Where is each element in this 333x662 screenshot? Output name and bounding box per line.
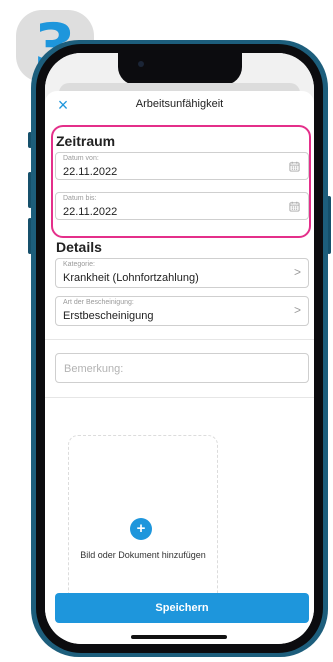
zeitraum-highlight: [51, 125, 311, 238]
close-icon[interactable]: ×: [53, 95, 73, 115]
certificate-type-field[interactable]: Art der Bescheinigung: Erstbescheinigung…: [55, 296, 309, 326]
page-title: Arbeitsunfähigkeit: [135, 98, 224, 110]
chevron-right-icon: >: [293, 265, 301, 279]
nav-bar: × Arbeitsunfähigkeit: [45, 91, 314, 121]
remark-field[interactable]: [55, 353, 309, 383]
modal-sheet: × Arbeitsunfähigkeit Zeitraum Datum von:…: [45, 91, 314, 644]
add-icon[interactable]: +: [130, 518, 152, 540]
divider: [45, 339, 314, 340]
remark-input[interactable]: [62, 360, 302, 378]
category-value: Krankheit (Lohnfortzahlung): [63, 272, 199, 284]
chevron-right-icon: >: [293, 303, 301, 317]
certificate-type-label: Art der Bescheinigung:: [63, 299, 134, 306]
category-label: Kategorie:: [63, 261, 95, 268]
home-indicator: [131, 635, 227, 639]
upload-area[interactable]: + Bild oder Dokument hinzufügen: [68, 435, 218, 605]
divider: [45, 397, 314, 398]
details-heading: Details: [56, 239, 102, 255]
phone-screen: × Arbeitsunfähigkeit Zeitraum Datum von:…: [45, 53, 314, 644]
certificate-type-value: Erstbescheinigung: [63, 310, 154, 322]
category-field[interactable]: Kategorie: Krankheit (Lohnfortzahlung) >: [55, 258, 309, 288]
upload-label: Bild oder Dokument hinzufügen: [80, 550, 206, 560]
save-button[interactable]: Speichern: [55, 593, 309, 623]
notch: [118, 53, 242, 85]
page: 3 × Arbeitsunfähigkeit Zeitraum Datum vo…: [0, 0, 333, 662]
camera-icon: [138, 61, 144, 67]
